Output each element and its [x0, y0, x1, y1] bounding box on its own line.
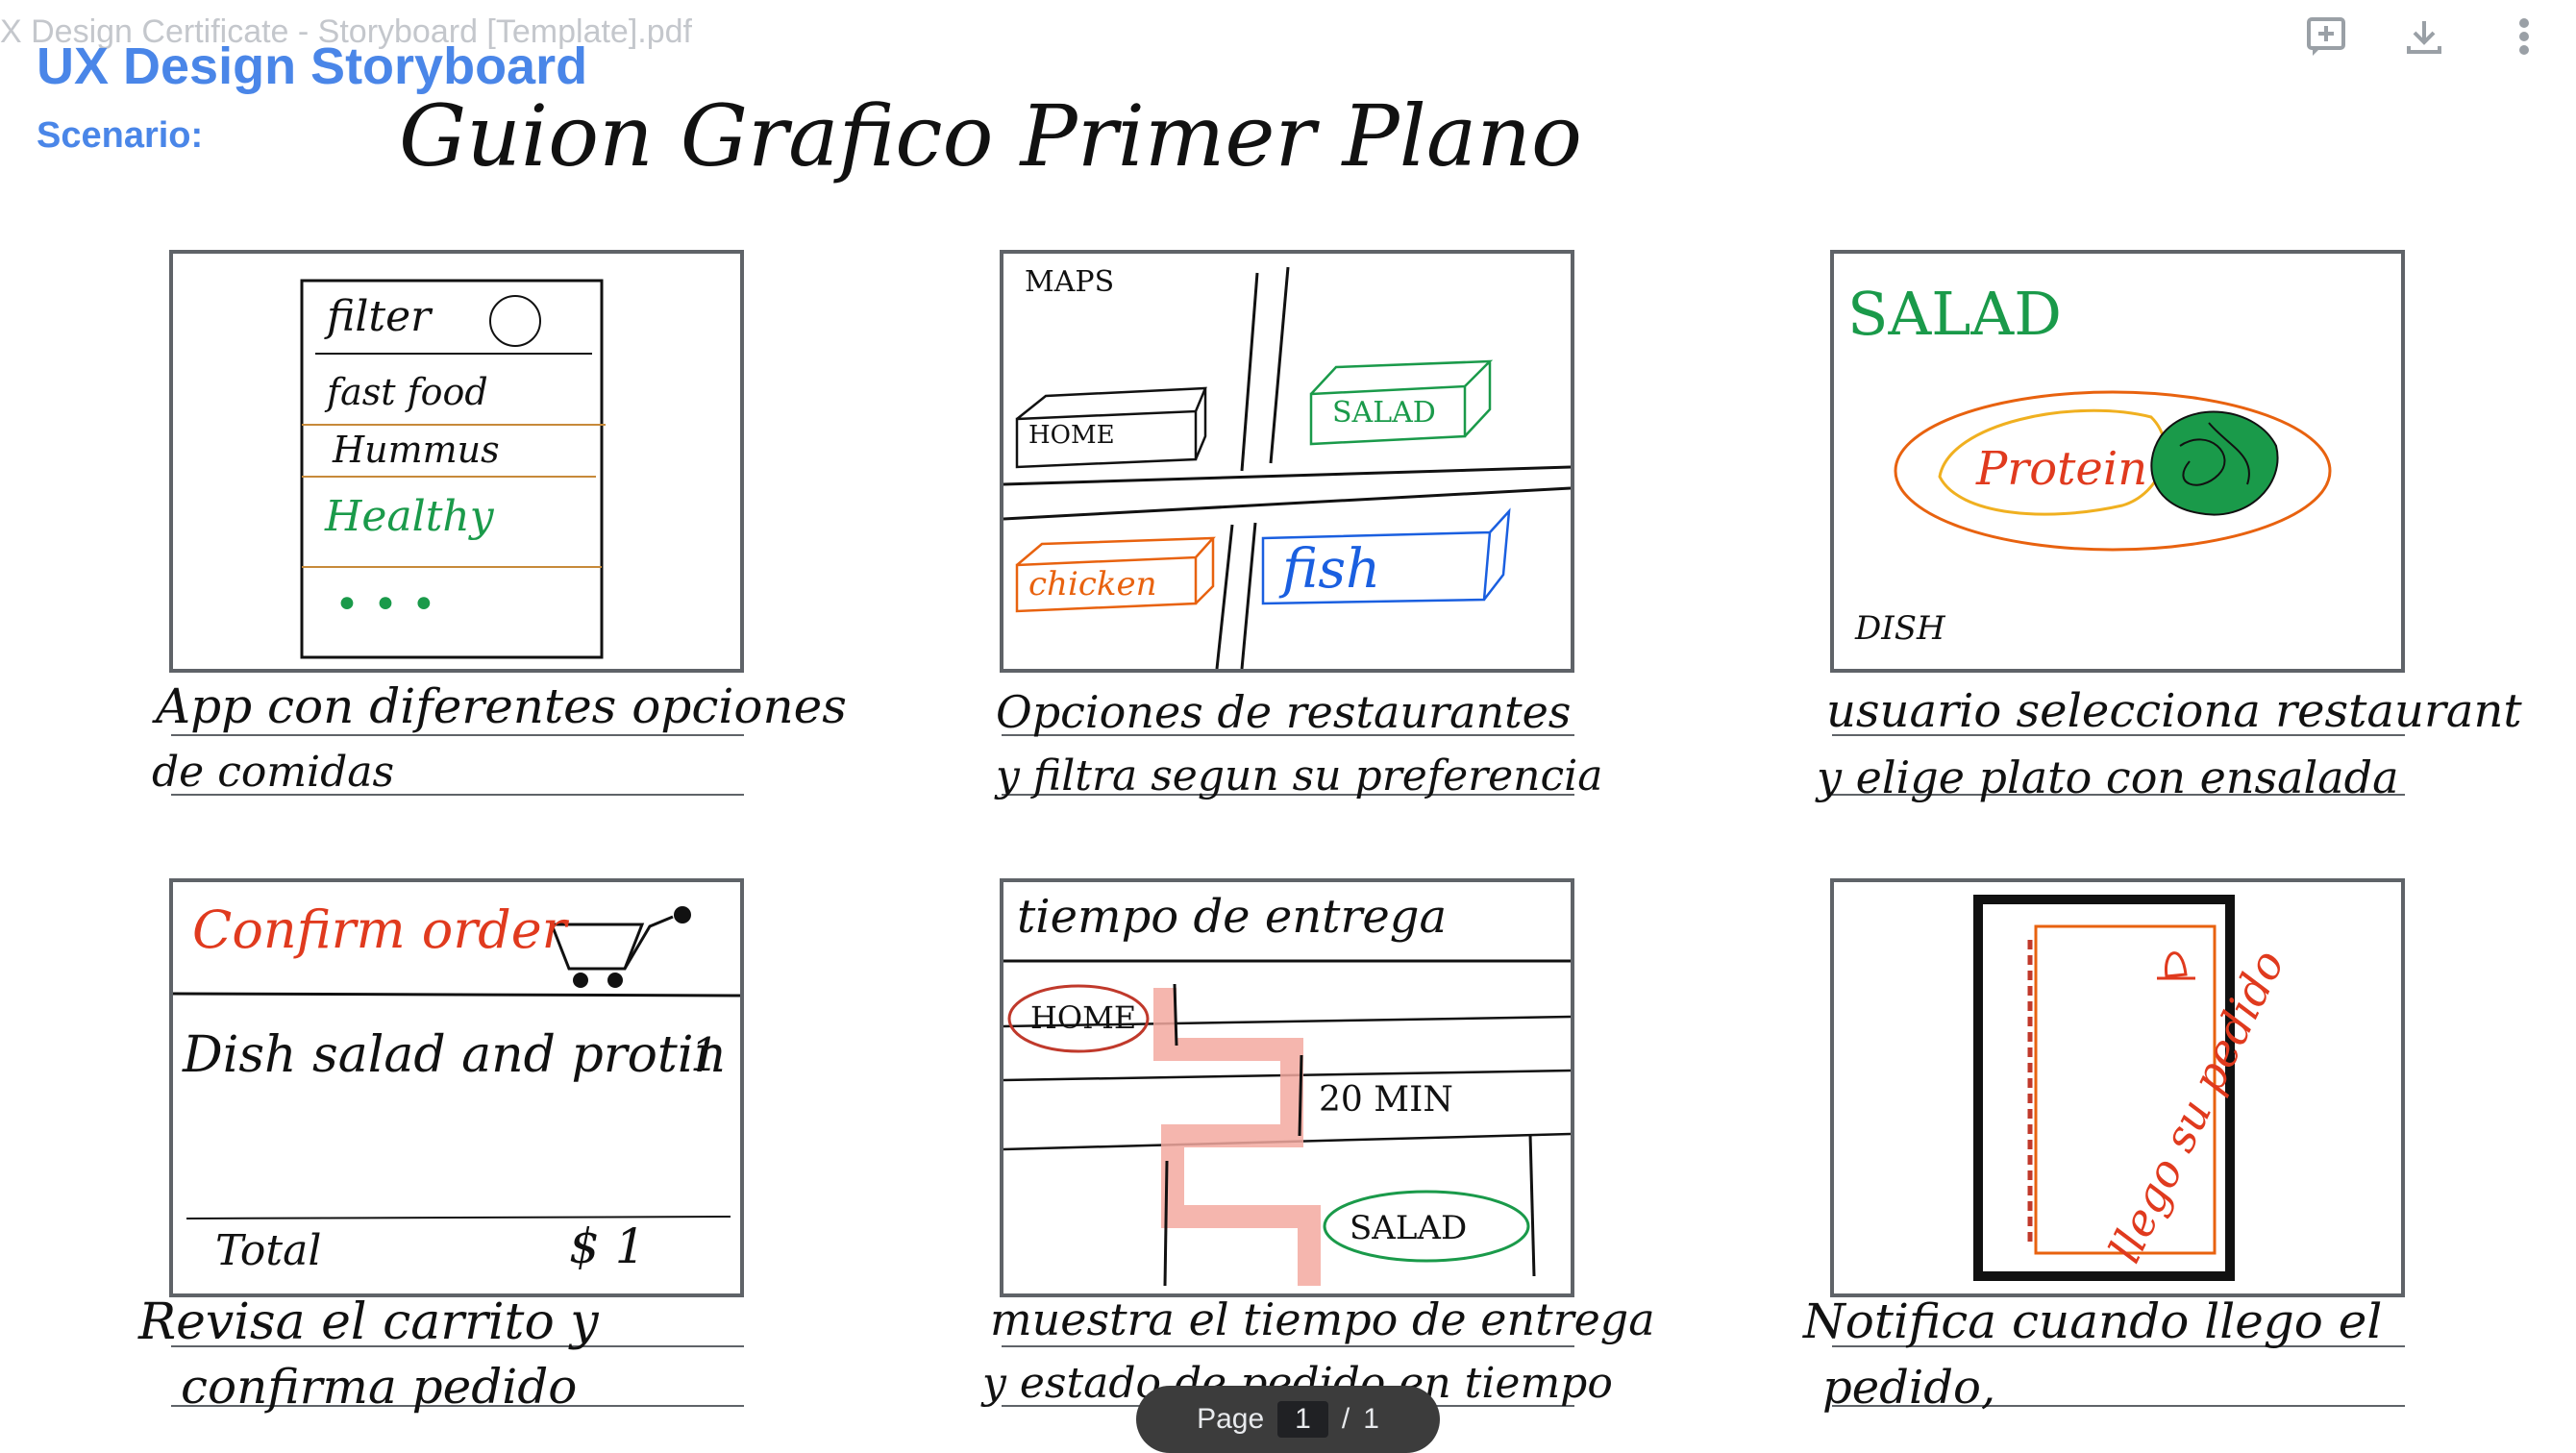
map-home-marker: HOME — [1028, 421, 1115, 450]
page-number-input[interactable]: 1 — [1277, 1401, 1328, 1438]
delivery-eta: 20 MIN — [1319, 1080, 1453, 1120]
dish-label: DISH — [1855, 609, 1945, 648]
map-salad-restaurant: SALAD — [1332, 396, 1436, 430]
storyboard-panel-2: MAPS HOME SALAD chicken fish — [1000, 250, 1574, 673]
order-item-name: Dish salad and protin — [183, 1026, 726, 1084]
panel-3-caption-line-2: y elige plato con ensalada — [1817, 751, 2399, 803]
storyboard-panel-5: tiempo de entrega HOME 20 MIN SALAD — [1000, 878, 1574, 1297]
panel-6-caption-line-2: pedido, — [1822, 1361, 1996, 1415]
map-fish-restaurant: fish — [1282, 538, 1381, 601]
panel-3-caption-line-1: usuario selecciona restaurant — [1826, 684, 2522, 738]
filter-label: filter — [327, 292, 432, 341]
filter-option-hummus: Hummus — [333, 429, 500, 471]
panel-2-caption-line-1: Opciones de restaurantes — [996, 686, 1572, 738]
add-comment-icon[interactable] — [2299, 10, 2353, 63]
route-home-marker: HOME — [1030, 999, 1137, 1036]
more-options-dots: • • • — [334, 580, 436, 629]
maps-label: MAPS — [1025, 265, 1115, 299]
storyboard-panel-3: SALAD Protein DISH — [1830, 250, 2405, 673]
total-pages: 1 — [1363, 1403, 1379, 1435]
scenario-label: Scenario: — [37, 115, 204, 156]
storyboard-panel-4: Confirm order Dish salad and protin 1 To… — [169, 878, 744, 1297]
confirm-order-heading: Confirm order — [192, 899, 567, 960]
panel-2-caption-line-2: y filtra segun su preferencia — [996, 751, 1603, 800]
order-item-quantity: 1 — [690, 1028, 720, 1082]
caption-rule — [171, 734, 744, 736]
panel-1-caption-line-1: App con diferentes opciones — [156, 678, 847, 734]
page-separator: / — [1341, 1403, 1350, 1435]
delivery-time-heading: tiempo de entrega — [1017, 890, 1448, 944]
total-amount: $ 1 — [569, 1219, 646, 1274]
dish-category-label: SALAD — [1847, 279, 2062, 349]
filter-option-healthy: Healthy — [325, 492, 494, 541]
storyboard-panel-6: llego su pedido — [1830, 878, 2405, 1297]
panel-6-caption-line-1: Notifica cuando llego el — [1803, 1293, 2383, 1349]
protein-label: Protein — [1976, 442, 2148, 496]
route-salad-marker: SALAD — [1350, 1209, 1468, 1247]
panel-5-caption-line-1: muestra el tiempo de entrega — [990, 1293, 1655, 1345]
filter-option-fastfood: fast food — [327, 371, 488, 413]
page-indicator: Page 1 / 1 — [1136, 1386, 1440, 1453]
panel-1-caption-line-2: de comidas — [152, 748, 395, 797]
download-icon[interactable] — [2397, 10, 2451, 63]
panel-4-caption-line-1: Revisa el carrito y — [138, 1293, 599, 1351]
page-label: Page — [1197, 1403, 1265, 1435]
storyboard-panel-1: filter fast food Hummus Healthy • • • — [169, 250, 744, 673]
total-label: Total — [215, 1226, 322, 1275]
caption-rule — [1002, 1345, 1574, 1347]
more-vert-icon[interactable] — [2497, 10, 2551, 63]
map-sketch — [1003, 266, 1571, 669]
map-chicken-restaurant: chicken — [1028, 565, 1157, 603]
scenario-value: Guion Grafico Primer Plano — [399, 86, 1582, 185]
panel-4-caption-line-2: confirma pedido — [181, 1359, 578, 1415]
delivery-route-sketch — [1003, 959, 1571, 1287]
